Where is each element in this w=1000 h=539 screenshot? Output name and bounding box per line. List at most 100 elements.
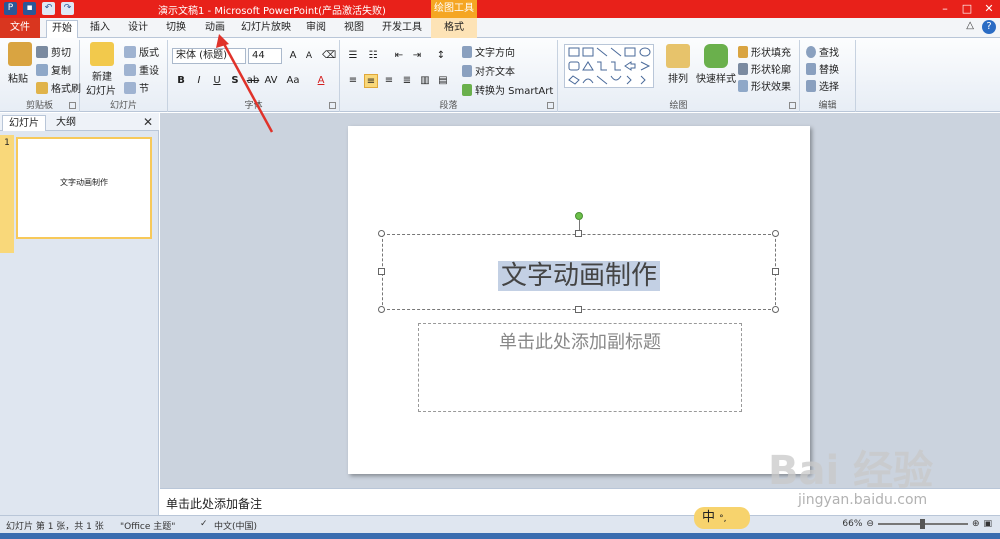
resize-handle-tl[interactable] [378,230,385,237]
shrink-font-icon[interactable]: A [302,49,316,63]
spell-check-icon[interactable]: ✓ [200,519,208,529]
smartart-button[interactable]: 转换为 SmartArt [462,82,553,97]
justify-icon[interactable]: ≣ [400,74,414,88]
zoom-slider-knob[interactable] [919,519,925,529]
resize-handle-tr[interactable] [772,230,779,237]
subtitle-placeholder[interactable]: 单击此处添加副标题 [418,323,742,412]
new-slide-button-line2[interactable]: 幻灯片 [86,82,116,97]
font-color-icon[interactable]: A [314,74,328,88]
distribute-icon[interactable]: ▥ [418,74,432,88]
text-direction-button[interactable]: 文字方向 [462,44,515,59]
arrange-button[interactable]: 排列 [668,70,688,85]
title-placeholder[interactable]: 文字动画制作 [382,234,776,310]
tab-outline-pane[interactable]: 大纲 [50,115,82,131]
underline-icon[interactable]: U [210,74,224,88]
tab-view[interactable]: 视图 [338,20,370,38]
zoom-out-icon[interactable]: ⊖ [866,519,874,529]
clear-format-icon[interactable]: ⌫ [322,49,336,63]
language[interactable]: 中文(中国) [214,519,257,532]
columns-icon[interactable]: ▤ [436,74,450,88]
close-pane-icon[interactable]: ✕ [143,115,153,129]
font-name-combo[interactable]: 宋体 (标题) [172,48,246,64]
clipboard-launcher-icon[interactable] [69,102,76,109]
line-spacing-icon[interactable]: ↕ [434,49,448,63]
fit-window-icon[interactable]: ▣ [983,519,992,529]
layout-button[interactable]: 版式 [124,44,159,59]
bullets-icon[interactable]: ☰ [346,49,360,63]
resize-handle-bl[interactable] [378,306,385,313]
align-text-button[interactable]: 对齐文本 [462,63,515,78]
resize-handle-br[interactable] [772,306,779,313]
strikethrough-icon[interactable]: ab [246,74,260,88]
minimize-ribbon-icon[interactable]: △ [966,20,974,34]
copy-button[interactable]: 复制 [36,62,71,77]
reset-button[interactable]: 重设 [124,62,159,77]
slide-title[interactable]: 文字动画制作 [497,261,660,291]
bold-icon[interactable]: B [174,74,188,88]
drawing-launcher-icon[interactable] [789,102,796,109]
shape-effects-button[interactable]: 形状效果 [738,78,791,93]
zoom-level[interactable]: 66% [842,519,862,529]
find-button[interactable]: 查找 [806,44,839,59]
resize-handle-t[interactable] [575,230,582,237]
increase-indent-icon[interactable]: ⇥ [410,49,424,63]
align-left-icon[interactable]: ≡ [346,74,360,88]
save-icon[interactable]: ▪ [23,2,36,15]
font-launcher-icon[interactable] [329,102,336,109]
slide[interactable]: 文字动画制作 单击此处添加副标题 [348,126,810,474]
resize-handle-l[interactable] [378,268,385,275]
tab-file[interactable]: 文件 [0,18,40,38]
align-right-icon[interactable]: ≡ [382,74,396,88]
tab-developer[interactable]: 开发工具 [378,20,426,38]
maximize-icon[interactable]: □ [956,0,978,18]
paragraph-launcher-icon[interactable] [547,102,554,109]
help-icon[interactable]: ? [982,20,996,34]
tab-format[interactable]: 格式 [431,18,477,38]
quick-styles-icon[interactable] [704,44,728,68]
resize-handle-r[interactable] [772,268,779,275]
tab-design[interactable]: 设计 [122,20,154,38]
tab-slideshow[interactable]: 幻灯片放映 [238,20,294,38]
tab-review[interactable]: 审阅 [300,20,332,38]
change-case-icon[interactable]: Aa [286,74,300,88]
section-button[interactable]: 节 [124,80,149,95]
shape-fill-button[interactable]: 形状填充 [738,44,791,59]
arrange-icon[interactable] [666,44,690,68]
select-button[interactable]: 选择 [806,78,839,93]
zoom-in-icon[interactable]: ⊕ [972,519,980,529]
undo-icon[interactable]: ↶ [42,2,55,15]
tab-insert[interactable]: 插入 [84,20,116,38]
zoom-slider[interactable] [877,519,968,529]
slide-thumbnail[interactable]: 文字动画制作 [16,137,152,239]
shape-outline-button[interactable]: 形状轮廓 [738,61,791,76]
align-center-icon[interactable]: ≡ [364,74,378,88]
numbering-icon[interactable]: ☷ [366,49,380,63]
paste-button[interactable]: 粘贴 [8,70,28,85]
redo-icon[interactable]: ↷ [61,2,74,15]
quick-styles-button[interactable]: 快速样式 [696,70,736,85]
close-icon[interactable]: ✕ [978,0,1000,18]
char-spacing-icon[interactable]: AV [264,74,278,88]
cut-button[interactable]: 剪切 [36,44,71,59]
tab-home[interactable]: 开始 [46,20,78,38]
format-painter-button[interactable]: 格式刷 [36,80,81,95]
shadow-icon[interactable]: S [228,74,242,88]
grow-font-icon[interactable]: A [286,49,300,63]
new-slide-icon[interactable] [90,42,114,66]
align-text-label: 对齐文本 [475,67,515,78]
app-icon[interactable]: P [4,2,17,15]
shapes-gallery[interactable] [564,44,654,88]
replace-button[interactable]: 替换 [806,61,839,76]
new-slide-button-line1[interactable]: 新建 [92,68,112,83]
resize-handle-b[interactable] [575,306,582,313]
tab-transitions[interactable]: 切换 [160,20,192,38]
tab-animations[interactable]: 动画 [199,20,231,38]
decrease-indent-icon[interactable]: ⇤ [392,49,406,63]
minimize-icon[interactable]: – [934,0,956,18]
ime-indicator[interactable]: 中 °, [694,507,750,529]
paste-icon[interactable] [8,42,32,66]
italic-icon[interactable]: I [192,74,206,88]
font-size-combo[interactable]: 44 [248,48,282,64]
rotation-handle[interactable] [575,212,583,220]
tab-slides-pane[interactable]: 幻灯片 [2,115,46,131]
